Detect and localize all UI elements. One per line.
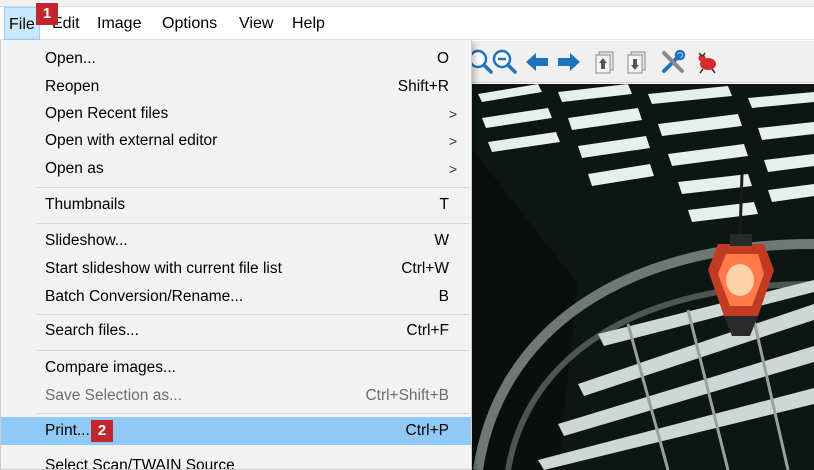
arrow-left-icon[interactable] — [524, 49, 550, 75]
menu-item-slideshow[interactable]: Slideshow... W — [1, 227, 471, 255]
menu-options[interactable]: Options — [158, 7, 221, 40]
menu-item-save-selection: Save Selection as... Ctrl+Shift+B — [1, 382, 471, 410]
menu-item-label: Open with external editor — [45, 132, 218, 149]
menu-item-shortcut: Ctrl+P — [405, 422, 450, 439]
menu-item-label: Open Recent files — [45, 105, 169, 122]
menu-item-open[interactable]: Open... O — [1, 45, 471, 73]
menu-item-label: Slideshow... — [45, 232, 128, 249]
arrow-right-icon[interactable] — [556, 49, 582, 75]
menu-separator — [37, 413, 469, 414]
menu-item-label: Open as — [45, 160, 104, 177]
tools-icon[interactable] — [660, 49, 686, 75]
menu-separator — [37, 314, 469, 315]
menu-item-label: Search files... — [45, 322, 139, 339]
menu-help[interactable]: Help — [288, 7, 329, 40]
menu-item-open-external[interactable]: Open with external editor > — [1, 127, 471, 155]
step-badge-1: 1 — [36, 3, 58, 25]
menu-item-shortcut: O — [436, 50, 449, 67]
menu-item-shortcut: B — [438, 288, 449, 305]
menu-item-thumbnails[interactable]: Thumbnails T — [1, 191, 471, 219]
toolbar — [468, 41, 814, 83]
menu-item-open-recent[interactable]: Open Recent files > — [1, 100, 471, 128]
menu-item-label: Save Selection as... — [45, 387, 182, 404]
menu-item-shortcut: W — [434, 232, 449, 249]
menu-item-label: Open... — [45, 50, 96, 67]
menu-item-start-slideshow[interactable]: Start slideshow with current file list C… — [1, 255, 471, 283]
menu-item-label: Reopen — [45, 78, 100, 95]
menu-item-search-files[interactable]: Search files... Ctrl+F — [1, 317, 471, 345]
menu-separator — [37, 350, 469, 351]
menu-item-label: Start slideshow with current file list — [45, 260, 282, 277]
menu-bar: File Edit Image Options View Help — [0, 7, 814, 40]
menu-item-reopen[interactable]: Reopen Shift+R — [1, 73, 471, 101]
menu-separator — [37, 223, 469, 224]
chevron-right-icon: > — [448, 133, 457, 149]
menu-item-shortcut: T — [439, 196, 449, 213]
image-canvas — [468, 84, 814, 470]
menu-file[interactable]: File — [4, 7, 40, 40]
chevron-right-icon: > — [448, 161, 457, 177]
menu-item-label: Select Scan/TWAIN Source — [45, 457, 235, 470]
chevron-right-icon: > — [448, 106, 457, 122]
menu-item-label: Batch Conversion/Rename... — [45, 288, 244, 305]
menu-item-print[interactable]: Print... Ctrl+P — [1, 417, 471, 445]
zoom-out-icon[interactable] — [492, 49, 518, 75]
window-title-strip — [0, 0, 814, 7]
menu-item-select-scan-source[interactable]: Select Scan/TWAIN Source — [1, 452, 471, 470]
first-page-icon[interactable] — [592, 49, 618, 75]
menu-image[interactable]: Image — [93, 7, 145, 40]
menu-item-compare-images[interactable]: Compare images... — [1, 354, 471, 382]
menu-item-label: Print... — [45, 422, 90, 439]
menu-item-shortcut: Ctrl+F — [406, 322, 449, 339]
file-menu-dropdown: Open... O Reopen Shift+R Open Recent fil… — [0, 40, 472, 470]
menu-item-shortcut: Shift+R — [397, 78, 449, 95]
menu-item-label: Thumbnails — [45, 196, 126, 213]
bug-icon[interactable] — [694, 49, 720, 75]
menu-item-shortcut: Ctrl+W — [401, 260, 449, 277]
menu-view[interactable]: View — [235, 7, 277, 40]
step-badge-2: 2 — [91, 420, 113, 442]
menu-separator — [37, 187, 469, 188]
menu-item-label: Compare images... — [45, 359, 176, 376]
photo-greenhouse-lantern — [468, 84, 814, 470]
menu-item-open-as[interactable]: Open as > — [1, 155, 471, 183]
menu-item-shortcut: Ctrl+Shift+B — [365, 387, 449, 404]
last-page-icon[interactable] — [624, 49, 650, 75]
menu-item-batch-conversion[interactable]: Batch Conversion/Rename... B — [1, 283, 471, 311]
